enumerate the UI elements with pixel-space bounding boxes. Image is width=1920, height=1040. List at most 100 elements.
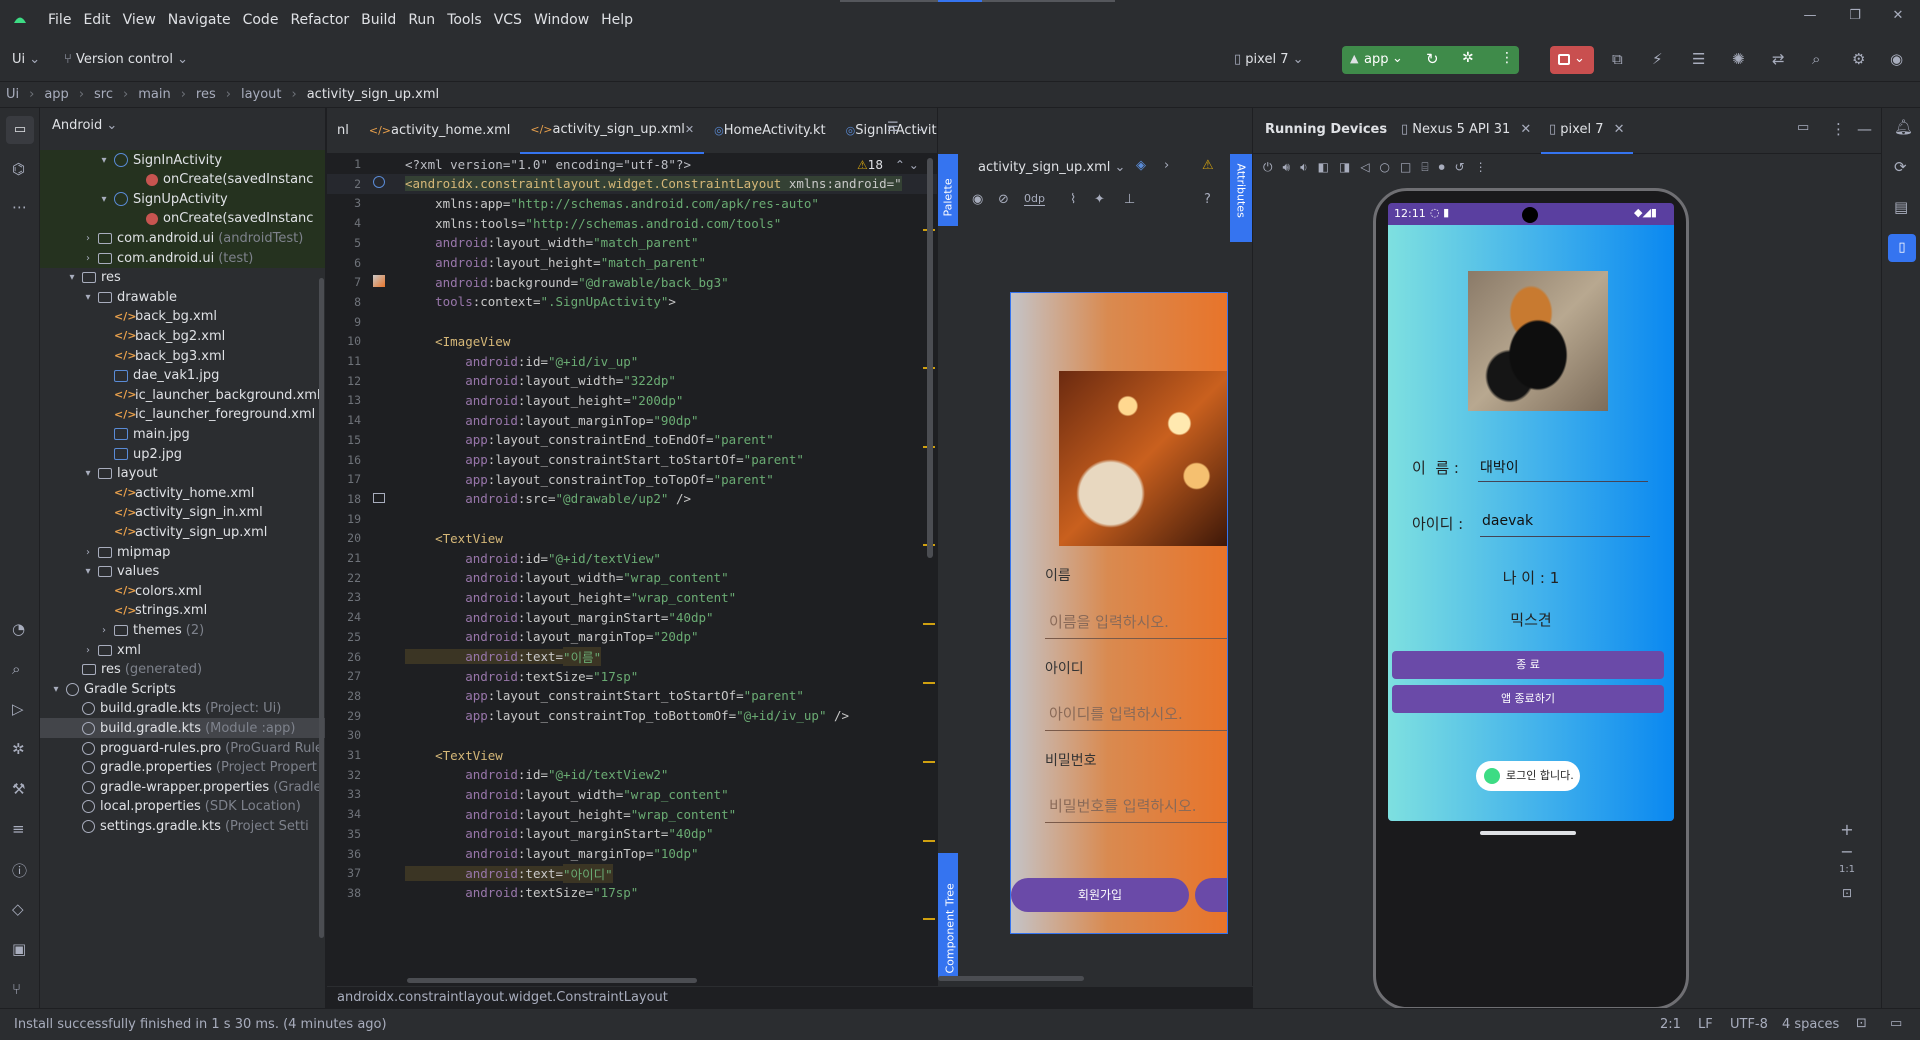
notifications-bell-icon[interactable]: 🔔︎ — [1894, 118, 1913, 136]
menu-window[interactable]: Window — [528, 12, 595, 28]
device-selector[interactable]: ▯ pixel 7 ⌄ — [1234, 52, 1304, 67]
status-message[interactable]: Install successfully finished in 1 s 30 … — [14, 1017, 387, 1032]
breadcrumb-item[interactable]: layout — [241, 87, 282, 102]
code-breadcrumb[interactable]: androidx.constraintlayout.widget.Constra… — [337, 990, 668, 1005]
power-icon[interactable]: ⏻ — [1263, 160, 1273, 180]
warning-stripe-mark[interactable] — [923, 622, 935, 625]
tree-item[interactable]: res (generated) — [40, 660, 325, 680]
attributes-tab[interactable]: Attributes — [1230, 154, 1252, 242]
settings-gear-icon[interactable]: ⚙ — [1852, 50, 1865, 68]
align-icon[interactable]: ⊥ — [1124, 192, 1135, 207]
editor-vertical-scrollbar[interactable] — [927, 158, 933, 558]
tree-item[interactable]: </> activity_home.xml — [40, 483, 325, 503]
code-line[interactable]: 14 android:layout_marginTop= "90dp" — [327, 410, 937, 430]
more-controls-icon[interactable]: ⋮ — [1475, 160, 1487, 180]
preview-next-chevron-icon[interactable]: › — [1164, 158, 1169, 173]
menu-refactor[interactable]: Refactor — [284, 12, 355, 28]
more-tools-icon[interactable]: ⋯ — [12, 198, 27, 216]
tree-item[interactable]: settings.gradle.kts (Project Setti — [40, 816, 325, 836]
tree-item[interactable]: › themes (2) — [40, 620, 325, 640]
help-icon[interactable]: ? — [1204, 192, 1211, 207]
tree-item[interactable]: ▾ values — [40, 562, 325, 582]
close-tab-icon[interactable]: ✕ — [1614, 122, 1625, 137]
code-line[interactable]: 18 android:src= "@drawable/up2" /> — [327, 489, 937, 509]
code-line[interactable]: 10 <ImageView — [327, 331, 937, 351]
terminal-icon[interactable]: ▣ — [12, 940, 26, 958]
code-line[interactable]: 9 — [327, 312, 937, 332]
tree-item[interactable]: </> back_bg2.xml — [40, 326, 325, 346]
warning-stripe-mark[interactable] — [923, 918, 935, 921]
project-scrollbar[interactable] — [319, 278, 324, 938]
magic-wand-icon[interactable]: ✦ — [1094, 192, 1105, 207]
tree-item[interactable]: </> activity_sign_up.xml — [40, 522, 325, 542]
tree-item[interactable]: › mipmap — [40, 542, 325, 562]
breadcrumb-item[interactable]: app — [44, 87, 68, 102]
menu-build[interactable]: Build — [355, 12, 402, 28]
tree-item[interactable]: dae_vak1.jpg — [40, 366, 325, 386]
tree-item[interactable]: ▾ res — [40, 268, 325, 288]
tree-item[interactable]: gradle.properties (Project Propert — [40, 758, 325, 778]
code-line[interactable]: 25 android:layout_marginTop= "20dp" — [327, 627, 937, 647]
tree-item[interactable]: onCreate(savedInstanc — [40, 169, 325, 190]
phone-screen[interactable]: 12:11 ◌ ▮ ◆◢▮ 이 름 : 대박이 아이디 : daevak 나 이… — [1388, 203, 1674, 821]
code-line[interactable]: 3 xmlns:app= "http://schemas.android.com/… — [327, 193, 937, 213]
code-line[interactable]: 34 android:layout_height= "wrap_content" — [327, 804, 937, 824]
code-line[interactable]: 20 <TextView — [327, 528, 937, 548]
preview-scrollbar[interactable] — [938, 976, 1084, 981]
tree-item[interactable]: › com.android.ui (androidTest) — [40, 228, 325, 249]
hide-panel-icon[interactable]: — — [1857, 120, 1872, 138]
tab-list-icon[interactable]: ☰ — [887, 120, 899, 135]
chevron-down-icon[interactable]: ▾ — [98, 155, 110, 166]
zoom-actual-button[interactable]: 1:1 — [1835, 864, 1859, 886]
chevron-down-icon[interactable]: ▾ — [82, 468, 94, 479]
exit-button[interactable]: 종 료 — [1392, 651, 1664, 679]
eye-icon[interactable]: ◉ — [972, 192, 983, 207]
rotate-right-icon[interactable]: ◨ — [1339, 160, 1350, 180]
memory-indicator-icon[interactable]: ▭ — [1890, 1016, 1902, 1031]
tree-item[interactable]: ▾ SignUpActivity — [40, 189, 325, 210]
code-line[interactable]: 17 app:layout_constraintTop_toTopOf= "par… — [327, 469, 937, 489]
readonly-lock-icon[interactable]: ⊡ — [1856, 1016, 1867, 1031]
chevron-right-icon[interactable]: › — [82, 253, 94, 264]
code-line[interactable]: 30 — [327, 725, 937, 745]
code-line[interactable]: 7 android:background= "@drawable/back_bg3… — [327, 272, 937, 292]
tree-item[interactable]: up2.jpg — [40, 444, 325, 464]
snapshot-icon[interactable]: ↺ — [1455, 160, 1465, 180]
tree-item[interactable]: main.jpg — [40, 424, 325, 444]
preview-file-selector[interactable]: activity_sign_up.xml ⌄ — [978, 160, 1125, 175]
line-separator[interactable]: LF — [1698, 1017, 1713, 1032]
project-view-selector[interactable]: Android ⌄ — [52, 118, 117, 133]
code-area[interactable]: 1 <?xml version="1.0" encoding="utf-8"?> 2… — [327, 154, 937, 1000]
profiler-icon[interactable]: ✺ — [1732, 50, 1745, 68]
apply-changes-icon[interactable]: ⚡ — [1652, 50, 1663, 68]
code-line[interactable]: 15 app:layout_constraintEnd_toEndOf= "par… — [327, 430, 937, 450]
tree-item[interactable]: onCreate(savedInstanc — [40, 208, 325, 229]
indent-setting[interactable]: 4 spaces — [1782, 1017, 1839, 1032]
stop-button[interactable]: ⌄ — [1550, 46, 1594, 74]
find-icon[interactable]: ⌕ — [12, 660, 20, 678]
design-surface-icon[interactable]: ◈ — [1136, 158, 1146, 173]
preview-warning-icon[interactable]: ⚠ — [1202, 158, 1214, 173]
tab-activity_sign_up-xml[interactable]: </> activity_sign_up.xml ✕ — [520, 108, 705, 154]
code-line[interactable]: 19 — [327, 509, 937, 529]
code-line[interactable]: 37 android:text= "아이디" — [327, 863, 937, 883]
tree-item[interactable]: </> colors.xml — [40, 581, 325, 601]
tree-item[interactable]: </> ic_launcher_background.xml — [40, 385, 325, 405]
tree-item[interactable]: </> back_bg.xml — [40, 307, 325, 327]
code-line[interactable]: 6 android:layout_height= "match_parent" — [327, 253, 937, 273]
screen-record-icon[interactable]: ⏺ — [1439, 160, 1445, 180]
code-line[interactable]: 26 android:text= "이름" — [327, 647, 937, 667]
code-line[interactable]: 38 android:textSize= "17sp" — [327, 883, 937, 903]
code-line[interactable]: 32 android:id= "@+id/textView2" — [327, 765, 937, 785]
tree-item[interactable]: ▾ drawable — [40, 287, 325, 307]
build-tool-icon[interactable]: ⚒ — [12, 780, 25, 798]
chevron-down-icon[interactable]: ▾ — [98, 194, 110, 205]
tab-homeactivity-kt[interactable]: ◎ HomeActivity.kt — [704, 108, 836, 154]
code-line[interactable]: 13 android:layout_height= "200dp" — [327, 390, 937, 410]
magnet-off-icon[interactable]: ⊘ — [998, 192, 1009, 207]
search-icon[interactable]: ⌕ — [1812, 50, 1820, 68]
chevron-down-icon[interactable]: ▾ — [50, 684, 62, 695]
breadcrumb-item[interactable]: main — [138, 87, 170, 102]
window-restore-button[interactable]: ❐ — [1845, 8, 1865, 28]
zoom-in-icon[interactable]: + — [1835, 820, 1859, 842]
